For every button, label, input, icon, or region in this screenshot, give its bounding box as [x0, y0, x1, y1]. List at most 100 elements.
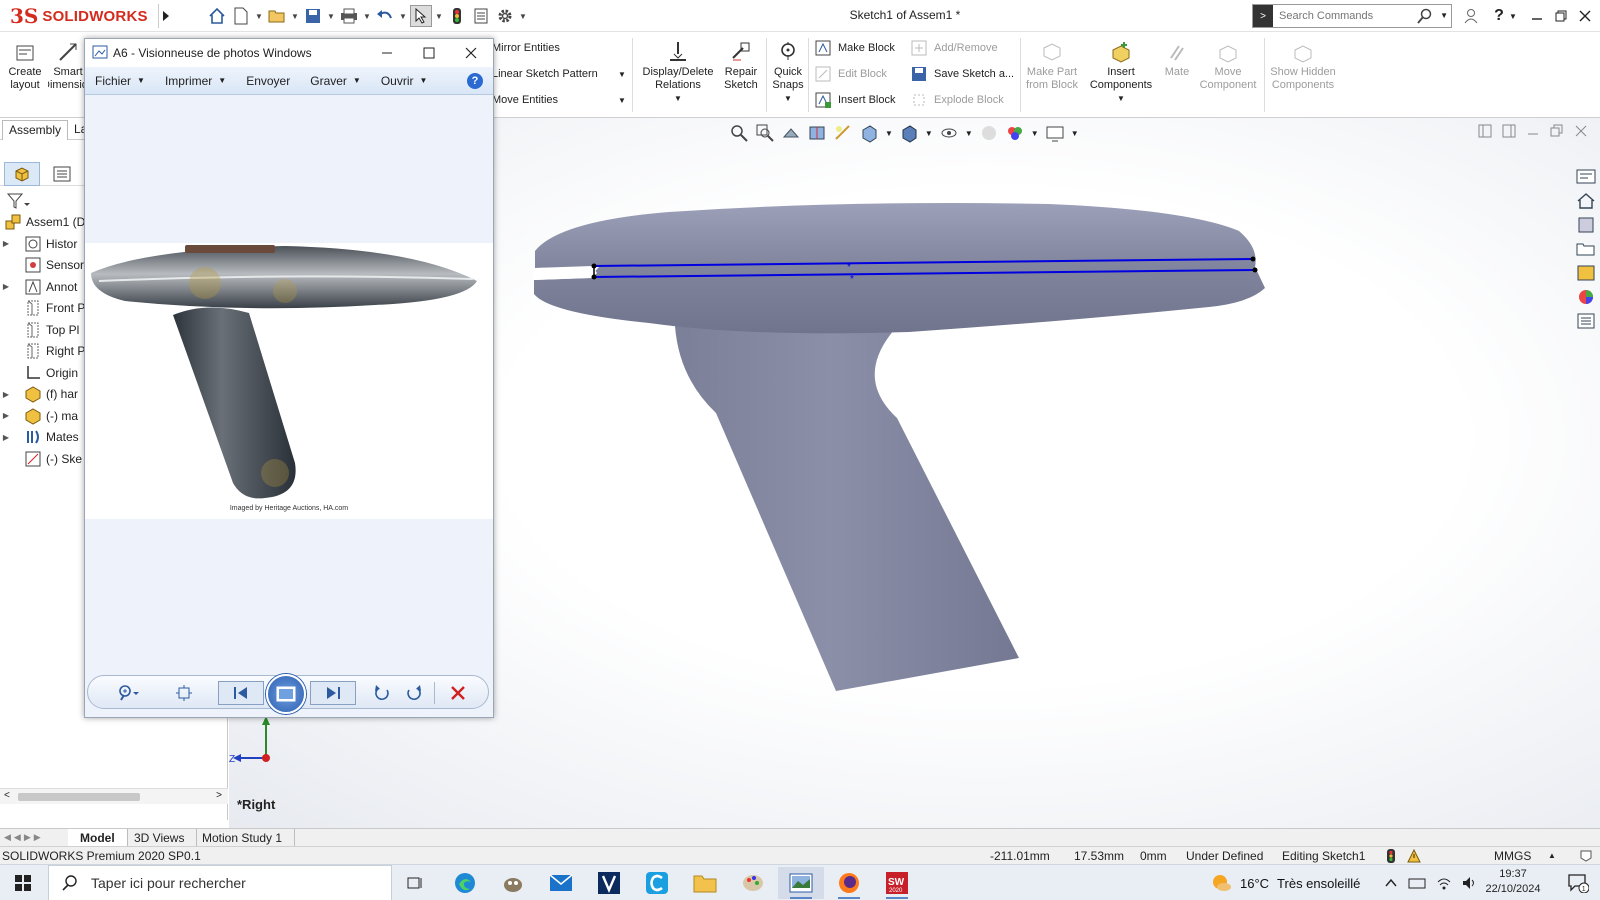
tree-item[interactable]: Front P [0, 298, 85, 318]
user-button[interactable] [1458, 4, 1484, 28]
undo-dropdown[interactable]: ▼ [398, 12, 408, 21]
tree-item[interactable]: Right P [0, 341, 85, 361]
make-block-button[interactable]: Make Block [814, 38, 895, 58]
model-body[interactable] [534, 203, 1265, 334]
tab-scroll-arrows[interactable]: ◀◀▶▶ [4, 832, 44, 843]
weather-widget[interactable]: 16°C Très ensoleillé [1210, 865, 1360, 900]
edit-block-button[interactable]: Edit Block [814, 64, 887, 84]
explode-block-button[interactable]: Explode Block [910, 90, 1004, 110]
tree-item[interactable]: Assem1 (D [0, 212, 85, 232]
next-button[interactable] [310, 681, 356, 705]
mirror-entities-button[interactable]: Mirror Entities [492, 38, 560, 58]
options-dropdown[interactable]: ▼ [518, 12, 528, 21]
menu-ouvrir[interactable]: Ouvrir ▼ [381, 74, 428, 88]
tab-model[interactable]: Model [68, 829, 128, 847]
solidworks-app[interactable]: SW 2020 [874, 867, 920, 899]
save-button[interactable] [302, 5, 324, 27]
clock[interactable]: 19:37 22/10/2024 [1470, 867, 1556, 897]
quick-snaps-button[interactable]: Quick Snaps ▼ [770, 40, 806, 105]
relations-dropdown-icon[interactable]: ▼ [674, 92, 682, 105]
help-dropdown[interactable]: ▼ [1506, 4, 1520, 28]
chevron-up-icon[interactable] [1384, 876, 1398, 890]
repair-sketch-button[interactable]: Repair Sketch [720, 40, 762, 92]
insert-block-button[interactable]: Insert Block [814, 90, 895, 110]
save-dropdown[interactable]: ▼ [326, 12, 336, 21]
tree-item[interactable]: Sensor [0, 255, 84, 275]
tree-item[interactable]: Origin [0, 363, 78, 383]
file-explorer-app[interactable] [682, 867, 728, 899]
tree-filter-button[interactable] [6, 192, 30, 213]
viewer-maximize-button[interactable] [409, 41, 449, 65]
expand-arrow-icon[interactable]: ▶ [0, 390, 12, 399]
photo-viewer-window[interactable]: A6 - Visionneuse de photos Windows Fichi… [84, 38, 494, 718]
paint-app[interactable] [730, 867, 776, 899]
insert-components-dropdown-icon[interactable]: ▼ [1117, 92, 1125, 105]
expand-arrow-icon[interactable]: ▶ [0, 239, 12, 248]
tab-motion-study[interactable]: Motion Study 1 [190, 829, 296, 847]
firefox-app[interactable] [826, 867, 872, 899]
restore-button[interactable] [1548, 4, 1574, 28]
select-dropdown[interactable]: ▼ [434, 12, 444, 21]
rotate-left-button[interactable] [370, 681, 394, 705]
quick-snaps-dropdown-icon[interactable]: ▼ [784, 92, 792, 105]
close-button[interactable] [1572, 4, 1598, 28]
menu-imprimer[interactable]: Imprimer ▼ [165, 74, 226, 88]
unit-system[interactable]: MMGS [1494, 849, 1531, 863]
menu-graver[interactable]: Graver ▼ [310, 74, 361, 88]
tab-property-manager[interactable] [44, 162, 80, 186]
notification-center[interactable]: 1 [1560, 865, 1596, 900]
actual-size-button[interactable] [172, 681, 196, 705]
select-button[interactable] [410, 5, 432, 27]
tree-item[interactable]: ▶ (f) har [0, 384, 78, 404]
tree-item[interactable]: ▶ Annot [0, 277, 77, 297]
tab-3d-views[interactable]: 3D Views [122, 829, 198, 847]
device-icon[interactable] [1408, 876, 1426, 890]
tab-assembly[interactable]: Assembly [2, 120, 69, 140]
search-icon[interactable] [1417, 8, 1433, 24]
vectorworks-app[interactable] [586, 867, 632, 899]
print-button[interactable] [338, 5, 360, 27]
scroll-left-icon[interactable]: < [4, 790, 10, 801]
viewer-minimize-button[interactable] [367, 41, 407, 65]
new-document-button[interactable] [230, 5, 252, 27]
scrollbar-thumb[interactable] [18, 793, 140, 801]
tree-horizontal-scrollbar[interactable]: < > [0, 788, 228, 804]
linear-pattern-dropdown[interactable]: ▼ [618, 64, 626, 84]
add-remove-button[interactable]: Add/Remove [910, 38, 998, 58]
menu-expand-arrow[interactable] [158, 4, 172, 28]
menu-fichier[interactable]: Fichier ▼ [95, 74, 145, 88]
gimp-app[interactable] [490, 867, 536, 899]
sketch-point[interactable] [591, 274, 597, 280]
expand-arrow-icon[interactable]: ▶ [0, 411, 12, 420]
scroll-right-icon[interactable]: > [216, 790, 222, 801]
move-component-button[interactable]: Move Component [1196, 40, 1260, 92]
make-part-from-block-button[interactable]: Make Part from Block [1022, 40, 1082, 92]
search-dropdown-icon[interactable]: ▼ [1440, 11, 1448, 20]
expand-arrow-icon[interactable]: ▶ [0, 433, 12, 442]
options-button[interactable] [494, 5, 516, 27]
model-grip[interactable] [675, 326, 1019, 691]
insert-components-button[interactable]: Insert Components ▼ [1086, 40, 1156, 105]
photo-viewer-app[interactable] [778, 867, 824, 899]
tree-item[interactable]: (-) Ske [0, 449, 82, 469]
expand-arrow-icon[interactable]: ▶ [0, 282, 12, 291]
unit-dropdown-icon[interactable]: ▲ [1548, 851, 1556, 860]
tree-item[interactable]: ▶ Histor [0, 234, 77, 254]
linear-sketch-pattern-button[interactable]: Linear Sketch Pattern [492, 64, 598, 84]
show-hidden-components-button[interactable]: Show Hidden Components [1268, 40, 1338, 92]
print-dropdown[interactable]: ▼ [362, 12, 372, 21]
zoom-button[interactable] [116, 681, 140, 705]
previous-button[interactable] [218, 681, 264, 705]
tree-item[interactable]: ▶ Mates [0, 427, 79, 447]
start-button[interactable] [0, 865, 46, 900]
new-dropdown[interactable]: ▼ [254, 12, 264, 21]
slideshow-button[interactable] [266, 674, 306, 714]
solidworks-logo[interactable]: 3S SOLIDWORKS [10, 4, 156, 28]
search-input[interactable] [1273, 10, 1413, 22]
minimize-button[interactable] [1524, 4, 1550, 28]
home-button[interactable] [206, 5, 228, 27]
file-properties-button[interactable] [470, 5, 492, 27]
move-entities-dropdown[interactable]: ▼ [618, 90, 626, 110]
task-view-button[interactable] [392, 867, 438, 899]
smart-dimension-button[interactable]: Smart Dimension [48, 40, 88, 92]
